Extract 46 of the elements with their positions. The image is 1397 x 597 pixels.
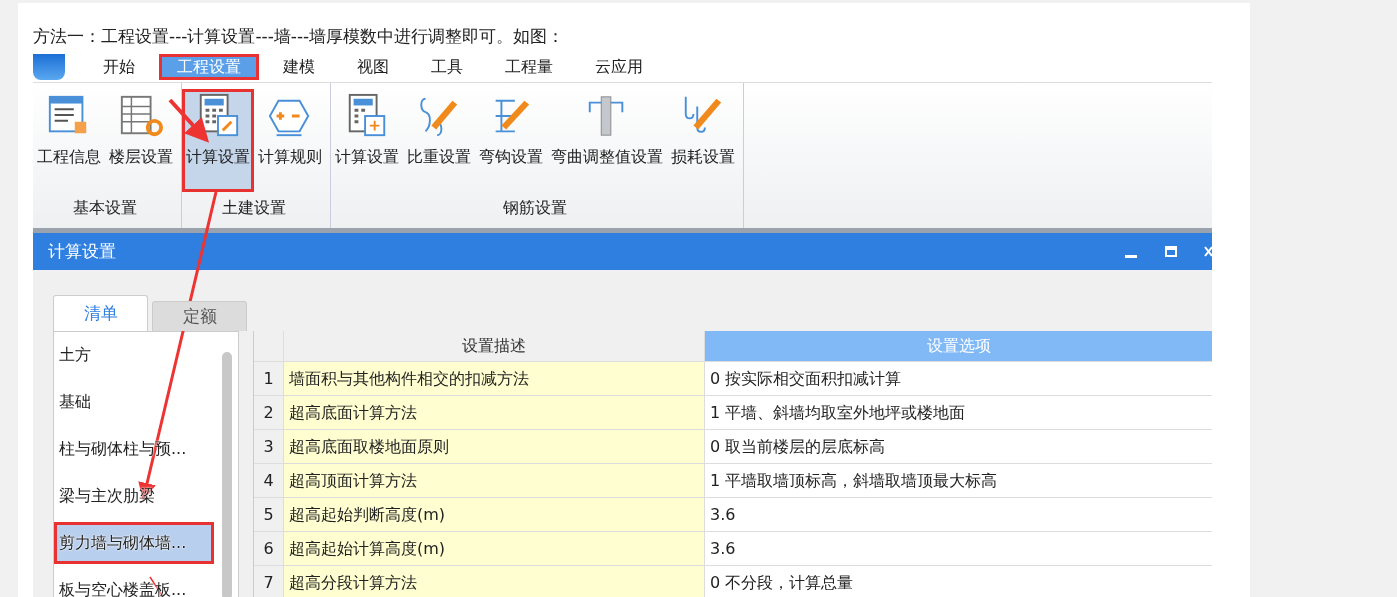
table-cell: 墙面积与其他构件相交的扣减方法	[284, 362, 705, 395]
close-icon[interactable]	[1204, 244, 1212, 259]
arrow-annotation	[168, 98, 210, 143]
dialog-tab[interactable]: 清单	[53, 295, 148, 331]
table-cell: 超高顶面计算方法	[284, 464, 705, 497]
group-label: 钢筋设置	[502, 197, 568, 219]
column-header[interactable]: 设置描述	[284, 331, 705, 361]
row-number: 5	[254, 498, 284, 531]
table-gear-icon	[118, 93, 164, 139]
dialog-title: 计算设置	[48, 240, 116, 263]
category-item[interactable]: 基础	[54, 381, 214, 423]
scrollbar[interactable]	[222, 352, 232, 597]
ribbon-button[interactable]: 计算设置	[331, 89, 403, 192]
menu-tab[interactable]: 开始	[85, 54, 153, 80]
menu-tab[interactable]: 云应用	[577, 54, 661, 80]
ribbon-button[interactable]: 弯曲调整值设置	[547, 89, 667, 192]
row-number: 1	[254, 362, 284, 395]
ribbon-button[interactable]: 楼层设置	[105, 89, 177, 192]
menu-tab[interactable]: 工具	[413, 54, 481, 80]
row-number: 2	[254, 396, 284, 429]
table-cell: 超高分段计算方法	[284, 566, 705, 597]
row-number: 4	[254, 464, 284, 497]
table-cell: 超高起始计算高度(m)	[284, 532, 705, 565]
table-cell: 超高底面取楼地面原则	[284, 430, 705, 463]
app-logo-icon[interactable]	[33, 54, 65, 80]
row-number: 6	[254, 532, 284, 565]
maximize-icon[interactable]	[1164, 244, 1178, 259]
ribbon-button[interactable]: 比重设置	[403, 89, 475, 192]
table-cell: 超高底面计算方法	[284, 396, 705, 429]
row-number: 7	[254, 566, 284, 597]
group-label: 基本设置	[72, 197, 138, 219]
category-item[interactable]: 土方	[54, 334, 214, 376]
ribbon-button[interactable]: 损耗设置	[667, 89, 739, 192]
ribbon-button[interactable]: 工程信息	[33, 89, 105, 192]
group-label: 土建设置	[221, 197, 287, 219]
table-cell: 超高起始判断高度(m)	[284, 498, 705, 531]
ribbon-button[interactable]: 计算规则	[254, 89, 326, 192]
menu-tab[interactable]: 建模	[265, 54, 333, 80]
ribbon-button[interactable]: 计算设置	[182, 89, 254, 192]
ribbon-button[interactable]: 弯钩设置	[475, 89, 547, 192]
intro-text: 方法一：工程设置---计算设置---墙---墙厚模数中进行调整即可。如图：	[33, 25, 566, 48]
category-item[interactable]: 剪力墙与砌体墙...	[54, 522, 214, 564]
menu-tab[interactable]: 视图	[339, 54, 407, 80]
row-number: 3	[254, 430, 284, 463]
menu-tab[interactable]: 工程量	[487, 54, 571, 80]
dialog-tab[interactable]: 定额	[152, 301, 247, 331]
